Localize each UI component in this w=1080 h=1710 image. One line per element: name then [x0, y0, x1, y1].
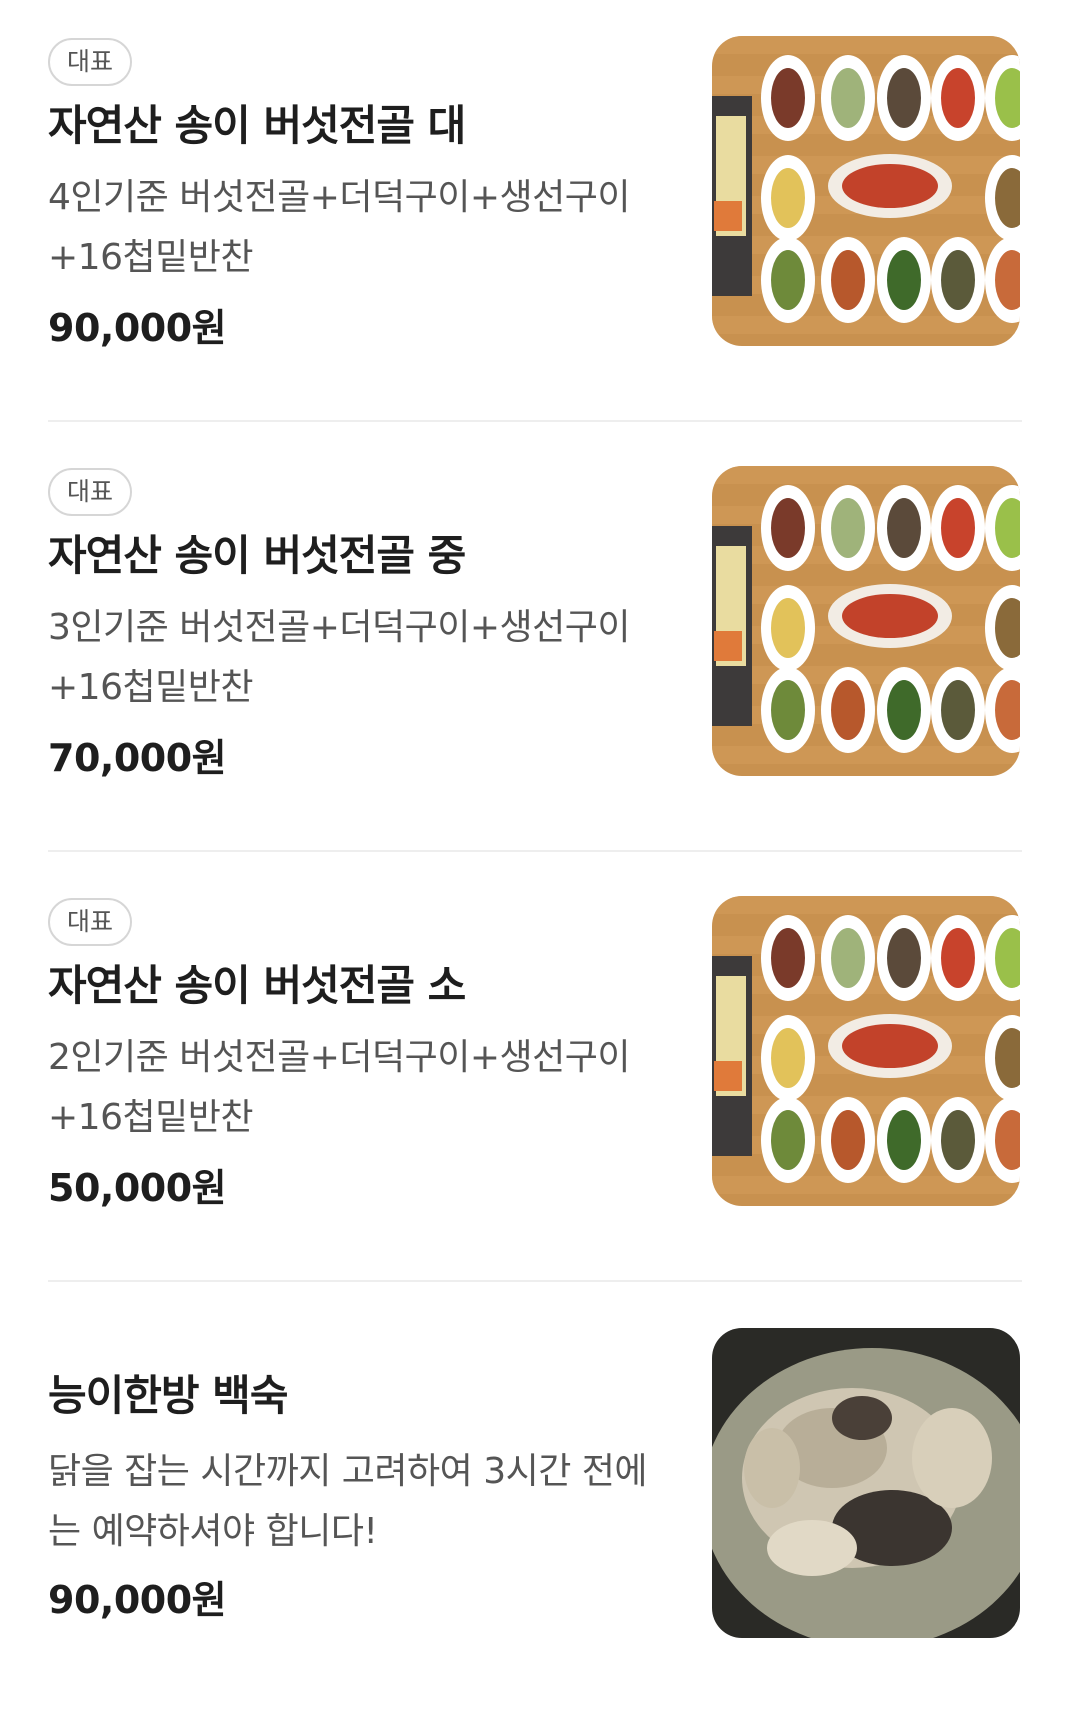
- menu-item-title: 능이한방 백숙: [48, 1371, 288, 1420]
- signature-badge: 대표: [48, 898, 132, 946]
- menu-item-price: 90,000원: [48, 1578, 227, 1622]
- menu-item[interactable]: 능이한방 백숙 닭을 잡는 시간까지 고려하여 3시간 전에는 예약하셔야 합니…: [48, 1328, 1028, 1710]
- menu-item-description: 닭을 잡는 시간까지 고려하여 3시간 전에는 예약하셔야 합니다!: [48, 1451, 648, 1552]
- menu-item-description: 2인기준 버섯전골+더덕구이+생선구이+16첩밑반찬: [48, 1037, 630, 1138]
- menu-item-description: 4인기준 버섯전골+더덕구이+생선구이+16첩밑반찬: [48, 177, 630, 278]
- divider: [48, 850, 1022, 852]
- menu-item[interactable]: 대표 자연산 송이 버섯전골 대 4인기준 버섯전골+더덕구이+생선구이+16첩…: [48, 36, 1028, 418]
- signature-badge: 대표: [48, 38, 132, 86]
- menu-item-photo[interactable]: [712, 36, 1020, 346]
- menu-item-title: 자연산 송이 버섯전골 소: [48, 961, 466, 1010]
- divider: [48, 420, 1022, 422]
- menu-item-price: 90,000원: [48, 306, 227, 350]
- menu-item-photo[interactable]: [712, 466, 1020, 776]
- divider: [48, 1280, 1022, 1282]
- menu-item-title: 자연산 송이 버섯전골 중: [48, 531, 466, 580]
- menu-item-photo[interactable]: [712, 896, 1020, 1206]
- menu-item-title: 자연산 송이 버섯전골 대: [48, 101, 466, 150]
- menu-item-price: 70,000원: [48, 736, 227, 780]
- menu-item-description: 3인기준 버섯전골+더덕구이+생선구이+16첩밑반찬: [48, 607, 630, 708]
- menu-item-price: 50,000원: [48, 1166, 227, 1210]
- menu-item[interactable]: 대표 자연산 송이 버섯전골 소 2인기준 버섯전골+더덕구이+생선구이+16첩…: [48, 896, 1028, 1278]
- menu-item[interactable]: 대표 자연산 송이 버섯전골 중 3인기준 버섯전골+더덕구이+생선구이+16첩…: [48, 466, 1028, 848]
- menu-item-photo[interactable]: [712, 1328, 1020, 1638]
- signature-badge: 대표: [48, 468, 132, 516]
